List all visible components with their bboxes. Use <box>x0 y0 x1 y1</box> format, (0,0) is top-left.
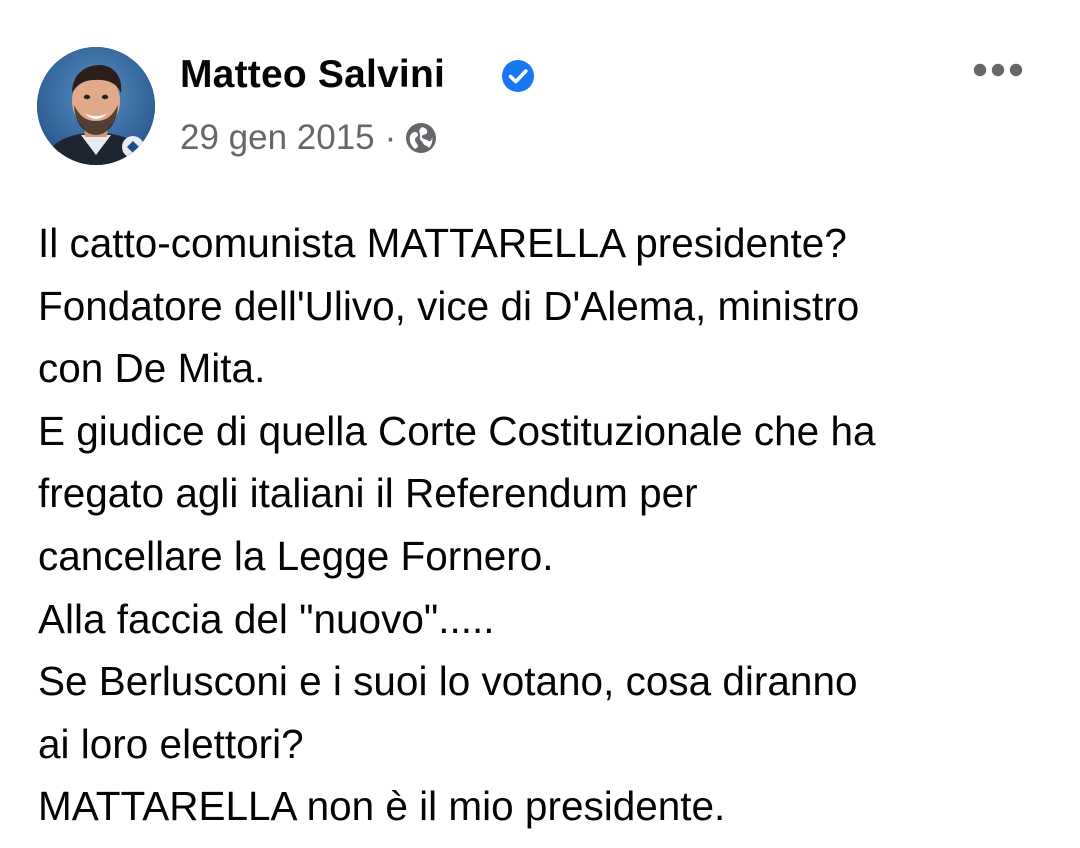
post-text-line: ai loro elettori? <box>38 720 304 767</box>
avatar[interactable] <box>37 47 155 165</box>
post-text-line: cancellare la Legge Fornero. <box>38 532 554 579</box>
author-name[interactable]: Matteo Salvini <box>180 52 445 98</box>
post-text-line: Alla faccia del "nuovo"..... <box>38 595 495 642</box>
post-text-line: Fondatore dell'Ulivo, vice di D'Alema, m… <box>38 282 860 329</box>
globe-icon[interactable] <box>405 122 437 154</box>
more-options-icon[interactable] <box>972 58 1024 82</box>
avatar-portrait-image <box>37 47 155 165</box>
post-meta: 29 gen 2015 · <box>180 116 437 160</box>
post-text-line: fregato agli italiani il Referendum per <box>38 470 698 517</box>
post-text-line: con De Mita. <box>38 345 266 392</box>
post-text-line: Il catto-comunista MATTARELLA presidente… <box>38 220 847 266</box>
post-text-line: E giudice di quella Corte Costituzionale… <box>38 407 876 454</box>
verified-badge-icon <box>502 60 534 92</box>
facebook-post: Matteo Salvini 29 gen 2015 · Il catto-co… <box>0 0 1080 848</box>
post-text: Il catto-comunista MATTARELLA presidente… <box>38 212 1048 838</box>
post-date[interactable]: 29 gen 2015 <box>180 118 375 158</box>
meta-separator: · <box>384 118 397 157</box>
post-text-line: Se Berlusconi e i suoi lo votano, cosa d… <box>38 658 858 705</box>
post-text-line: MATTARELLA non è il mio presidente. <box>38 783 726 830</box>
